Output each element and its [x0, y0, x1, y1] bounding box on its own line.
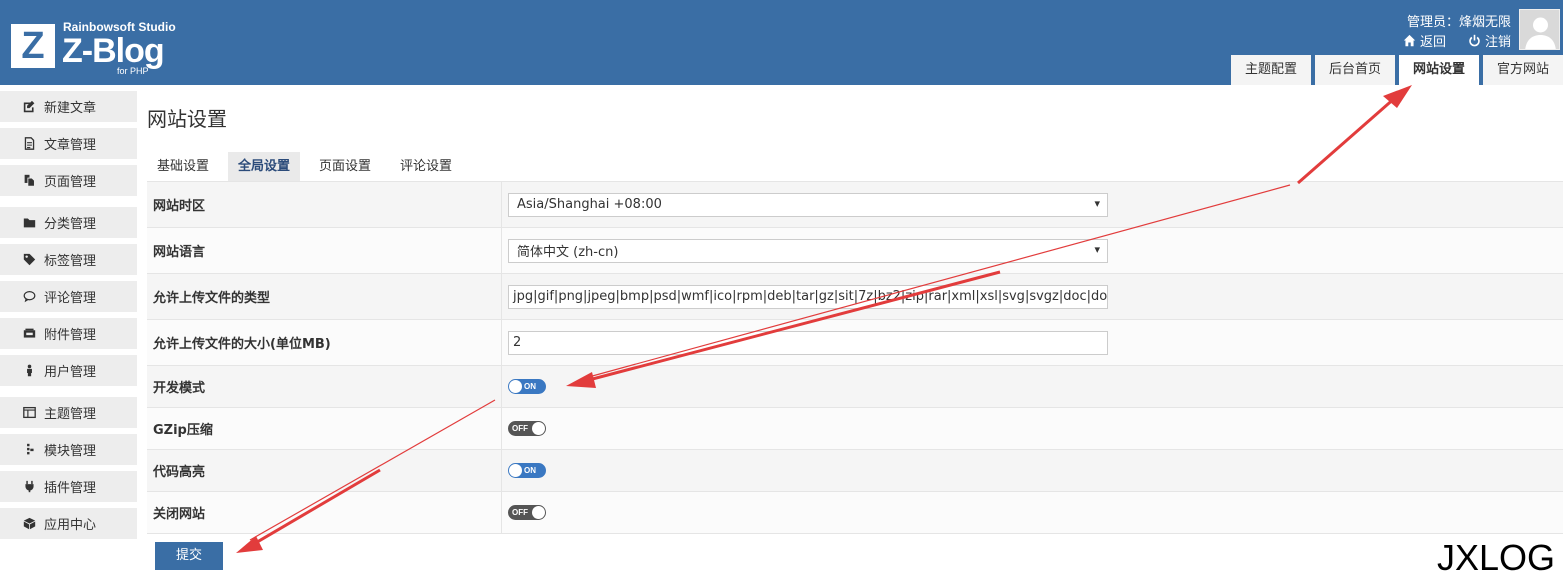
brand-name: Z-Blog — [62, 32, 165, 70]
sidebar-item-themes[interactable]: 主题管理 — [0, 397, 137, 428]
article-icon — [24, 137, 35, 150]
tab-basic-settings[interactable]: 基础设置 — [147, 152, 219, 181]
settings-table: 网站时区 Asia/Shanghai +08:00 网站语言 简体中文 (zh-… — [147, 181, 1563, 534]
admin-page: Z Rainbowsoft Studio Z-Blog for PHP 管理员：… — [0, 0, 1563, 585]
setting-label: 允许上传文件的大小(单位MB) — [147, 320, 502, 365]
comment-icon — [23, 291, 36, 303]
sidebar-item-categories[interactable]: 分类管理 — [0, 207, 137, 238]
user-icon — [27, 364, 32, 377]
logout-link-label: 注销 — [1484, 35, 1511, 50]
tab-admin-home[interactable]: 后台首页 — [1314, 55, 1395, 85]
setting-label: 关闭网站 — [147, 492, 502, 533]
submit-button[interactable]: 提交 — [155, 542, 223, 570]
sidebar-item-label: 标签管理 — [44, 254, 97, 269]
avatar[interactable] — [1519, 9, 1560, 50]
back-link[interactable]: 返回 — [1403, 31, 1446, 50]
dev-mode-toggle[interactable]: ON — [508, 379, 546, 394]
attachment-icon — [23, 328, 36, 338]
theme-icon — [23, 406, 36, 419]
tab-official-site[interactable]: 官方网站 — [1482, 55, 1563, 85]
sidebar-item-label: 模块管理 — [44, 444, 97, 459]
setting-row-dev-mode: 开发模式 ON — [147, 366, 1563, 408]
sidebar-item-label: 新建文章 — [44, 101, 97, 116]
setting-label: 网站时区 — [147, 182, 502, 227]
user-links: 返回 注销 — [1403, 31, 1511, 50]
brand-sub: for PHP — [117, 66, 149, 76]
tag-icon — [23, 253, 36, 266]
sidebar-item-label: 应用中心 — [44, 518, 97, 533]
tab-site-settings[interactable]: 网站设置 — [1398, 55, 1479, 85]
page-title: 网站设置 — [147, 107, 227, 131]
setting-row-timezone: 网站时区 Asia/Shanghai +08:00 — [147, 182, 1563, 228]
sidebar-item-pages[interactable]: 页面管理 — [0, 165, 137, 196]
tab-comment-settings[interactable]: 评论设置 — [390, 152, 462, 181]
sidebar-item-label: 评论管理 — [44, 291, 97, 306]
settings-tabs: 基础设置 全局设置 页面设置 评论设置 — [147, 152, 471, 181]
sidebar-item-label: 分类管理 — [44, 217, 97, 232]
tab-theme-config[interactable]: 主题配置 — [1230, 55, 1311, 85]
sidebar-item-app-center[interactable]: 应用中心 — [0, 508, 137, 539]
logout-link[interactable]: 注销 — [1468, 31, 1511, 50]
arrowhead-site-settings — [1383, 85, 1412, 108]
header-bar: Z Rainbowsoft Studio Z-Blog for PHP 管理员：… — [0, 0, 1563, 85]
app-center-icon — [23, 517, 36, 530]
sidebar-item-label: 用户管理 — [44, 365, 97, 380]
toggle-state: OFF — [512, 424, 528, 433]
sidebar-item-tags[interactable]: 标签管理 — [0, 244, 137, 275]
home-icon — [1403, 34, 1416, 47]
tab-global-settings[interactable]: 全局设置 — [228, 152, 301, 181]
language-value: 简体中文 (zh-cn) — [517, 245, 619, 260]
watermark: JXLOG — [1436, 537, 1555, 578]
back-link-label: 返回 — [1419, 35, 1446, 50]
setting-row-upload-size: 允许上传文件的大小(单位MB) 2 — [147, 320, 1563, 366]
folder-icon — [23, 218, 36, 228]
sidebar-item-label: 附件管理 — [44, 328, 97, 343]
toggle-state: ON — [524, 466, 536, 475]
code-highlight-toggle[interactable]: ON — [508, 463, 546, 478]
setting-label: 允许上传文件的类型 — [147, 274, 502, 319]
page-icon — [24, 174, 35, 187]
arrow-to-site-settings-tab — [1297, 95, 1397, 185]
setting-row-code-highlight: 代码高亮 ON — [147, 450, 1563, 492]
default-avatar-icon — [1520, 10, 1559, 49]
close-site-toggle[interactable]: OFF — [508, 505, 546, 520]
sidebar-item-plugins[interactable]: 插件管理 — [0, 471, 137, 502]
sidebar-item-label: 插件管理 — [44, 481, 97, 496]
sidebar-item-modules[interactable]: 模块管理 — [0, 434, 137, 465]
setting-row-language: 网站语言 简体中文 (zh-cn) — [147, 228, 1563, 274]
sidebar-item-attachments[interactable]: 附件管理 — [0, 318, 137, 349]
setting-row-upload-types: 允许上传文件的类型 jpg|gif|png|jpeg|bmp|psd|wmf|i… — [147, 274, 1563, 320]
toggle-state: OFF — [512, 508, 528, 517]
language-select[interactable]: 简体中文 (zh-cn) — [508, 238, 1108, 263]
sidebar-item-new-article[interactable]: 新建文章 — [0, 91, 137, 122]
sidebar-item-comments[interactable]: 评论管理 — [0, 281, 137, 312]
top-tabs: 主题配置 后台首页 网站设置 官方网站 — [1230, 55, 1563, 85]
sidebar-item-label: 主题管理 — [44, 407, 97, 422]
setting-label: GZip压缩 — [147, 408, 502, 449]
edit-icon — [23, 100, 35, 113]
sidebar-item-label: 页面管理 — [44, 175, 97, 190]
gzip-toggle[interactable]: OFF — [508, 421, 546, 436]
tab-page-settings[interactable]: 页面设置 — [309, 152, 381, 181]
sidebar-item-label: 文章管理 — [44, 138, 97, 153]
plugin-icon — [25, 480, 34, 493]
timezone-value: Asia/Shanghai +08:00 — [517, 197, 662, 212]
arrowhead-submit — [236, 536, 263, 553]
toggle-state: ON — [524, 382, 536, 391]
timezone-select[interactable]: Asia/Shanghai +08:00 — [508, 192, 1108, 217]
setting-row-close-site: 关闭网站 OFF — [147, 492, 1563, 534]
power-icon — [1469, 34, 1480, 47]
admin-label: 管理员：烽烟无限 — [1406, 15, 1511, 30]
upload-types-input[interactable]: jpg|gif|png|jpeg|bmp|psd|wmf|ico|rpm|deb… — [508, 284, 1108, 309]
module-icon — [27, 443, 34, 455]
sidebar-item-articles[interactable]: 文章管理 — [0, 128, 137, 159]
setting-label: 开发模式 — [147, 366, 502, 407]
sidebar-item-users[interactable]: 用户管理 — [0, 355, 137, 386]
setting-label: 代码高亮 — [147, 450, 502, 491]
zblog-logo-icon: Z — [11, 24, 55, 68]
setting-label: 网站语言 — [147, 228, 502, 273]
upload-size-input[interactable]: 2 — [508, 330, 1108, 355]
setting-row-gzip: GZip压缩 OFF — [147, 408, 1563, 450]
